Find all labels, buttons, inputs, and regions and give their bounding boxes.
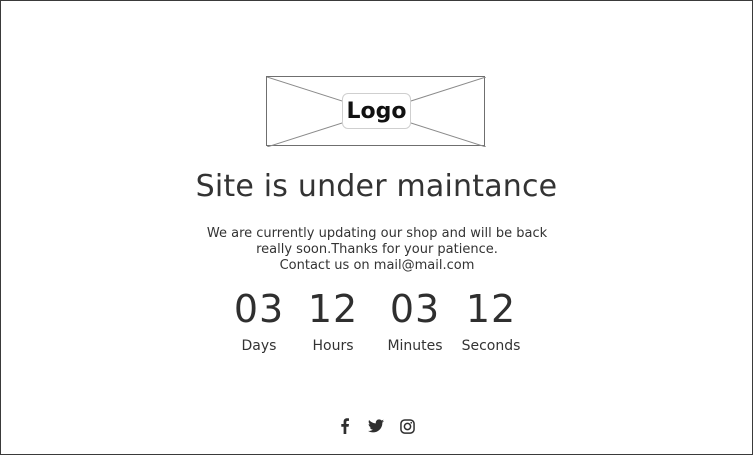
- facebook-icon[interactable]: [336, 417, 354, 435]
- message-line-2: really soon.Thanks for your patience.: [256, 242, 498, 257]
- countdown-timer: 03 Days 12 Hours 03 Minutes 12 Seconds: [1, 287, 752, 357]
- seconds-label: Seconds: [461, 338, 521, 354]
- logo-placeholder: Logo: [266, 76, 486, 147]
- message-line-1: We are currently updating our shop and w…: [206, 226, 548, 241]
- twitter-icon[interactable]: [367, 417, 385, 435]
- hours-label: Hours: [312, 338, 354, 354]
- logo-text: Logo: [342, 93, 411, 129]
- hours-value: 12: [307, 287, 359, 331]
- countdown-hours: 12 Hours: [288, 287, 378, 355]
- instagram-icon[interactable]: [398, 417, 416, 435]
- maintenance-message: We are currently updating our shop and w…: [176, 226, 578, 274]
- seconds-value: 12: [465, 287, 517, 331]
- countdown-seconds: 12 Seconds: [446, 287, 536, 355]
- maintenance-page: Logo Site is under maintance We are curr…: [0, 0, 753, 455]
- contact-line: Contact us on mail@mail.com: [279, 258, 475, 273]
- social-links: [336, 416, 416, 436]
- page-title: Site is under maintance: [195, 169, 558, 204]
